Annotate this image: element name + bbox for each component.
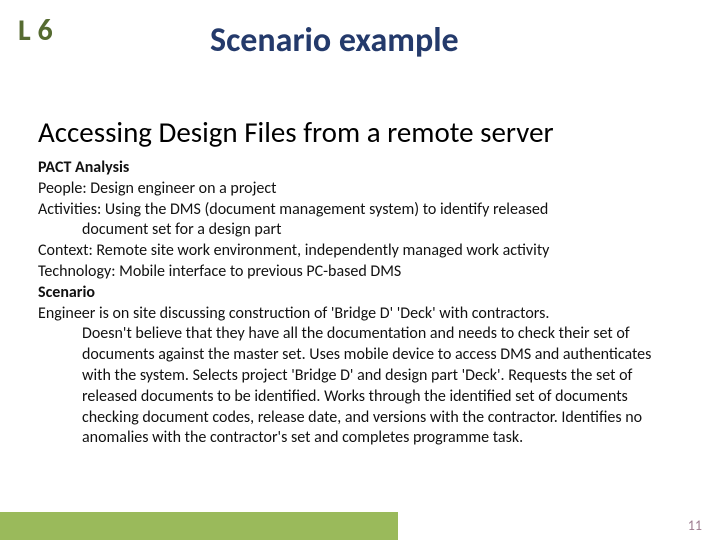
pact-technology: Technology: Mobile interface to previous… [38,262,682,283]
scenario-body: Doesn't believe that they have all the d… [38,324,682,449]
scenario-line1: Engineer is on site discussing construct… [38,304,682,325]
pact-activities-line2: document set for a design part [38,220,682,241]
slide-body: PACT Analysis People: Design engineer on… [38,158,682,449]
page-number: 11 [688,517,702,534]
pact-activities-line1: Activities: Using the DMS (document mana… [38,200,682,221]
pact-people: People: Design engineer on a project [38,179,682,200]
footer-accent-bar [0,512,398,540]
scenario-heading: Scenario [38,283,682,304]
slide-subtitle: Accessing Design Files from a remote ser… [38,114,554,150]
pact-heading: PACT Analysis [38,158,682,179]
slide: L 6 Scenario example Accessing Design Fi… [0,0,720,540]
lecture-badge: L 6 [18,12,53,49]
slide-title: Scenario example [210,20,459,61]
pact-context: Context: Remote site work environment, i… [38,241,682,262]
